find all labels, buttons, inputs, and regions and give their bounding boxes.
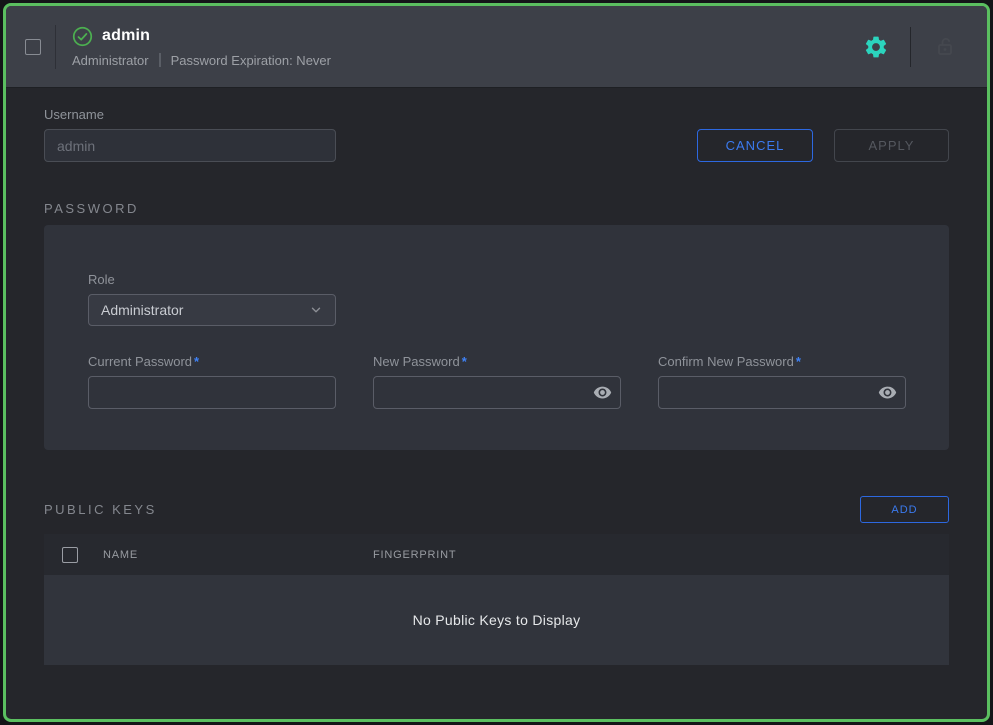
role-field-group: Role Administrator [88,272,905,326]
current-password-input[interactable] [88,376,336,409]
required-marker: * [796,354,801,369]
current-password-field-group: Current Password* [88,354,336,409]
new-password-label: New Password* [373,354,621,369]
select-all-checkbox[interactable] [62,547,78,563]
role-select[interactable]: Administrator [88,294,336,326]
check-circle-icon [72,26,93,47]
password-expiration-text: Password Expiration: Never [171,53,331,68]
subtitle-pipe-divider [159,53,161,67]
confirm-new-password-label: Confirm New Password* [658,354,906,369]
public-keys-section-title: PUBLIC KEYS [44,502,157,517]
header-divider [55,25,56,69]
required-marker: * [194,354,199,369]
confirm-new-password-input[interactable] [658,376,906,409]
required-marker: * [462,354,467,369]
username-field-group: Username [44,107,336,162]
public-keys-table-header: NAME FINGERPRINT [44,534,949,575]
password-section-title: PASSWORD [44,201,949,216]
user-title: admin [102,27,150,45]
lock-button[interactable] [925,27,965,67]
add-public-key-button[interactable]: ADD [860,496,949,523]
eye-icon[interactable] [878,383,897,402]
form-actions: CANCEL APPLY [697,129,949,162]
password-card: Role Administrator Current Password* [44,225,949,450]
user-role-text: Administrator [72,53,149,68]
username-label: Username [44,107,336,122]
user-header: admin Administrator Password Expiration:… [6,6,987,88]
column-header-name: NAME [103,549,373,561]
current-password-label: Current Password* [88,354,336,369]
user-form: Username CANCEL APPLY PASSWORD Role Admi… [6,88,987,719]
role-select-value: Administrator [101,302,183,318]
cancel-button[interactable]: CANCEL [697,129,813,162]
user-details-panel: admin Administrator Password Expiration:… [3,3,990,722]
public-keys-table: NAME FINGERPRINT No Public Keys to Displ… [44,534,949,665]
user-title-block: admin Administrator Password Expiration:… [72,26,331,68]
user-select-checkbox[interactable] [25,39,41,55]
column-header-fingerprint: FINGERPRINT [373,549,456,561]
unlock-icon [933,35,957,59]
chevron-down-icon [309,303,323,317]
header-icons-divider [910,27,911,67]
public-keys-empty-state: No Public Keys to Display [44,575,949,665]
apply-button[interactable]: APPLY [834,129,949,162]
public-keys-header-row: PUBLIC KEYS ADD [44,496,949,523]
gear-icon [863,34,889,60]
new-password-field-group: New Password* [373,354,621,409]
username-row: Username CANCEL APPLY [44,107,949,162]
role-label: Role [88,272,905,287]
username-input[interactable] [44,129,336,162]
settings-button[interactable] [856,27,896,67]
new-password-input[interactable] [373,376,621,409]
empty-state-message: No Public Keys to Display [413,612,581,628]
confirm-new-password-field-group: Confirm New Password* [658,354,906,409]
screenshot-root: admin Administrator Password Expiration:… [0,0,993,725]
eye-icon[interactable] [593,383,612,402]
password-fields-row: Current Password* New Password* [88,354,905,409]
